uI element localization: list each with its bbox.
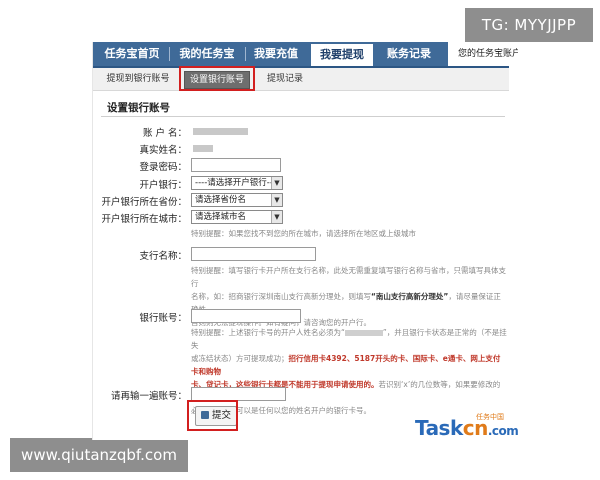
bank-label: 开户银行： [139, 180, 187, 191]
task-panel: 任务宝首页 我的任务宝 我要充值 我要提现 账务记录 您的任务宝账户 提现到银行… [92, 42, 519, 440]
tg-watermark: TG: MYYJJPP [465, 8, 593, 42]
branch-input[interactable] [191, 247, 316, 261]
tab-my-taskbao[interactable]: 我的任务宝 [173, 42, 241, 66]
chevron-down-icon: ▼ [271, 177, 282, 189]
confirm-card-label: 请再输一遍账号： [110, 391, 187, 402]
active-subtab-highlight [179, 66, 255, 91]
branch-tip-line: 特别提醒：填写银行卡开户所在支行名称，此处无需重复填写银行名称与省市，只需填写具… [191, 266, 506, 288]
account-name-value [193, 128, 248, 135]
city-tip: 特别提醒：如果您找不到您的所在城市，请选择所在地区或上级城市 [191, 229, 416, 238]
real-name-value [193, 145, 213, 152]
card-tip-line: 特别提醒：上述银行卡号的开户人姓名必须为“ ”，并且银行卡状态是正常的（不是挂失 [191, 328, 507, 350]
real-name-label: 真实姓名： [139, 145, 187, 156]
subtab-withdraw-to-bank[interactable]: 提现到银行账号 [105, 71, 171, 87]
section-title: 设置银行账号 [107, 102, 170, 114]
branch-label: 支行名称： [139, 251, 187, 262]
card-tip-line: 或冻结状态）方可提现成功；招行信用卡4392、5187开头的卡、国际卡、e通卡、… [191, 354, 501, 376]
login-password-label: 登录密码： [139, 162, 187, 173]
card-number-input[interactable] [191, 309, 301, 323]
account-greeting: 您的任务宝账户 [448, 42, 518, 66]
tab-recharge[interactable]: 我要充值 [245, 42, 307, 66]
card-number-label: 银行账号： [139, 313, 187, 324]
chevron-down-icon: ▼ [271, 211, 282, 223]
account-name-label: 账 户 名： [142, 128, 187, 139]
tab-withdraw[interactable]: 我要提现 [311, 44, 373, 66]
sub-navigation: 提现到银行账号 设置银行账号 提现记录 [93, 68, 509, 91]
tab-records[interactable]: 账务记录 [377, 42, 441, 66]
province-select-value: 请选择省份名 [195, 195, 247, 205]
confirm-card-input[interactable] [191, 387, 286, 401]
nav-divider [169, 47, 170, 61]
tab-home[interactable]: 任务宝首页 [99, 42, 165, 66]
blurred-name [344, 330, 383, 336]
login-password-input[interactable] [191, 158, 281, 172]
site-watermark: www.qiutanzqbf.com [10, 438, 188, 472]
card-tip: 特别提醒：上述银行卡号的开户人姓名必须为“ ”，并且银行卡状态是正常的（不是挂失 … [191, 326, 507, 417]
city-label: 开户银行所在城市： [101, 214, 187, 225]
province-select[interactable]: 请选择省份名 ▼ [191, 193, 283, 207]
city-select[interactable]: 请选择城市名 ▼ [191, 210, 283, 224]
city-select-value: 请选择城市名 [195, 212, 247, 222]
subtab-withdraw-records[interactable]: 提现记录 [263, 71, 307, 87]
taskcn-logo-tag: 任务中国 [476, 413, 504, 421]
top-navigation: 任务宝首页 我的任务宝 我要充值 我要提现 账务记录 您的任务宝账户 [93, 42, 518, 68]
section-divider [101, 116, 505, 117]
bank-select[interactable]: ----请选择开户银行---- ▼ [191, 176, 283, 190]
submit-highlight [187, 400, 238, 431]
chevron-down-icon: ▼ [271, 194, 282, 206]
province-label: 开户银行所在省份： [101, 197, 187, 208]
bank-select-value: ----请选择开户银行---- [195, 178, 280, 188]
